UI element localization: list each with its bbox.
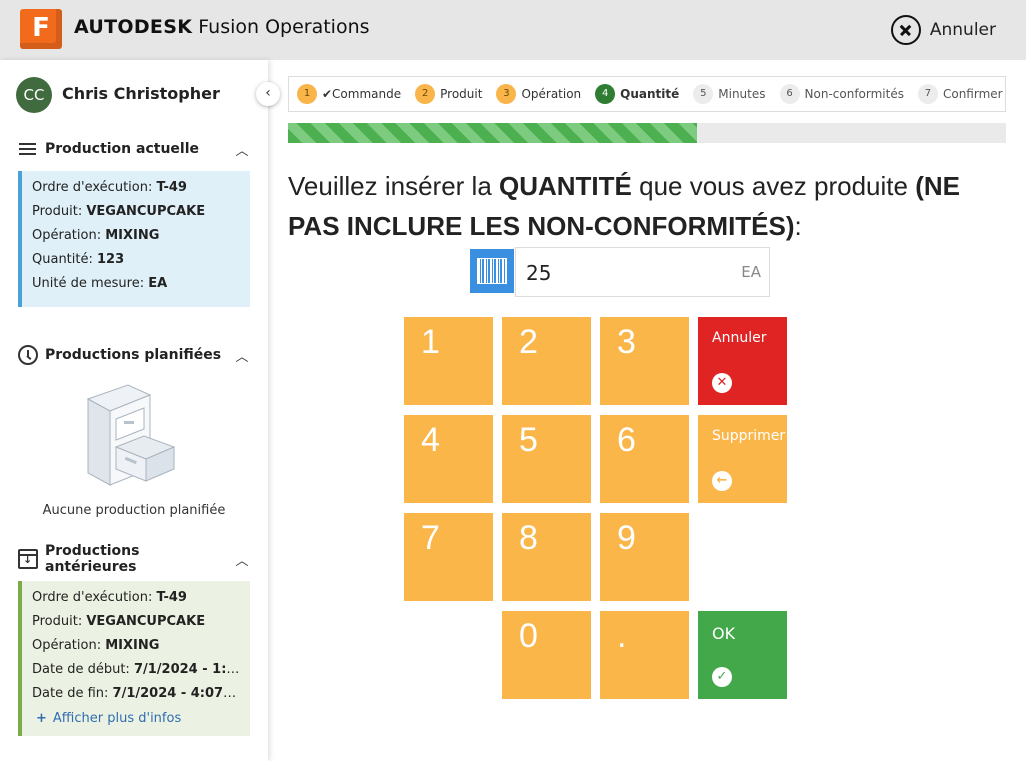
info-row: Date de début: 7/1/2024 - 1:31 ... [32,662,240,677]
section-planned-header[interactable]: Productions planifiées ︿ [18,344,250,366]
step-operation[interactable]: 3 Opération [496,84,581,104]
progress-fill [288,123,698,143]
app-title: AUTODESK Fusion Operations [74,16,370,38]
info-row: Quantité: 123 [32,252,125,267]
section-past-title: Productions antérieures [45,543,140,575]
past-production-card: Ordre d'exécution: T-49 Produit: VEGANCU… [18,581,250,736]
key-3[interactable]: 3 [600,317,689,405]
avatar: CC [16,77,52,113]
cancel-header-button[interactable]: Annuler [890,14,996,46]
key-decimal[interactable]: . [600,611,689,699]
quantity-question: Veuillez insérer la QUANTITÉ que vous av… [288,171,960,241]
clock-icon [18,345,38,365]
key-5[interactable]: 5 [502,415,591,503]
key-1[interactable]: 1 [404,317,493,405]
info-row: Produit: VEGANCUPCAKE [32,204,206,219]
cancel-header-label: Annuler [929,20,996,40]
info-row: Unité de mesure: EA [32,276,168,291]
key-4[interactable]: 4 [404,415,493,503]
step-quantite[interactable]: 4 Quantité [595,84,679,104]
arrow-left-icon: ← [712,471,732,491]
chevron-up-icon[interactable]: ︿ [234,140,250,159]
key-6[interactable]: 6 [600,415,689,503]
check-circle-icon: ✓ [712,667,732,687]
key-0[interactable]: 0 [502,611,591,699]
section-current-production-title: Production actuelle [45,141,200,157]
info-row: Date de fin: 7/1/2024 - 4:07 PM [32,686,240,701]
info-row: Opération: MIXING [32,228,160,243]
step-confirmer[interactable]: 7 Confirmer [917,84,1003,104]
app-header: F AUTODESK Fusion Operations Annuler [0,0,1026,60]
close-circle-icon: ✕ [712,373,732,393]
quantity-unit: EA [741,263,761,281]
key-7[interactable]: 7 [404,513,493,601]
collapse-sidebar-button[interactable]: ‹ [256,82,280,106]
progress-bar [288,123,1006,143]
plus-icon: + [36,711,47,726]
fusion-logo-icon: F [20,9,62,49]
step-minutes[interactable]: 5 Minutes [693,84,766,104]
step-non-conformites[interactable]: 6 Non-conformités [779,84,904,104]
section-past-header[interactable]: Productions antérieures ︿ [18,543,250,575]
empty-filing-cabinet-icon [86,384,176,486]
info-row: Opération: MIXING [32,638,160,653]
barcode-icon [477,258,507,284]
user-name: Chris Christopher [62,84,220,103]
keypad-delete-button[interactable]: Supprimer ← [698,415,787,503]
key-2[interactable]: 2 [502,317,591,405]
sidebar: CC Chris Christopher ‹ Production actuel… [0,60,280,761]
step-commande[interactable]: 1 ✔Commande [297,84,401,104]
section-planned-title: Productions planifiées [45,347,222,363]
barcode-scan-button[interactable] [470,249,514,293]
wizard-steps: 1 ✔Commande 2 Produit 3 Opération 4 Quantité… [288,76,1006,112]
key-9[interactable]: 9 [600,513,689,601]
quantity-input[interactable]: 25 EA [515,247,770,297]
info-row: Ordre d'exécution: T-49 [32,590,187,605]
current-production-card: Ordre d'exécution: T-49 Produit: VEGANCU… [18,171,250,307]
keypad-ok-button[interactable]: OK ✓ [698,611,787,699]
archive-download-icon [18,549,38,569]
chevron-up-icon[interactable]: ︿ [234,346,250,365]
quantity-value: 25 [526,261,552,285]
step-produit[interactable]: 2 Produit [415,84,482,104]
section-current-production-header[interactable]: Production actuelle ︿ [18,138,250,160]
info-row: Ordre d'exécution: T-49 [32,180,187,195]
chevron-up-icon[interactable]: ︿ [234,550,250,569]
close-circle-icon [890,15,921,45]
no-planned-production-text: Aucune production planifiée [42,503,226,518]
keypad-cancel-button[interactable]: Annuler ✕ [698,317,787,405]
key-8[interactable]: 8 [502,513,591,601]
info-row: Produit: VEGANCUPCAKE [32,614,206,629]
show-more-info-link[interactable]: + Afficher plus d'infos [32,711,240,726]
menu-lines-icon [18,139,38,159]
